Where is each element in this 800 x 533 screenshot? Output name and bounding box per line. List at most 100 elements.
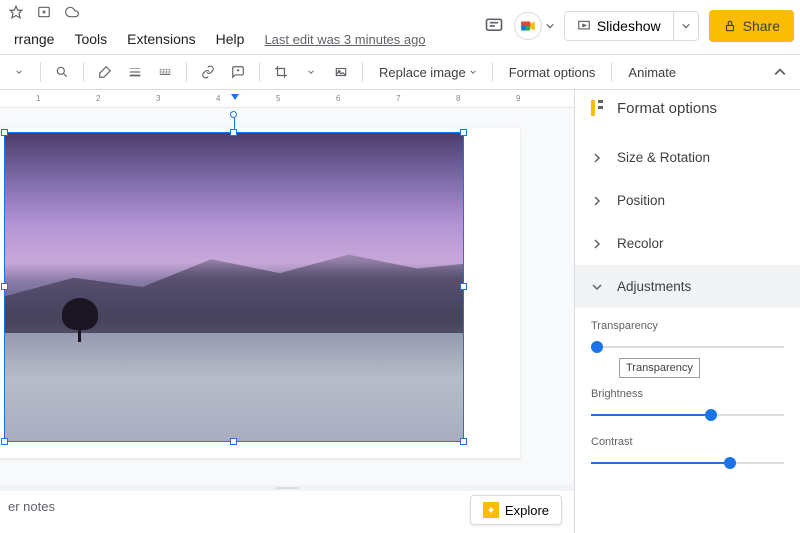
share-label: Share <box>743 18 780 34</box>
ruler-mark: 2 <box>96 94 100 103</box>
present-icon <box>577 19 591 33</box>
ruler-mark: 8 <box>456 94 460 103</box>
ruler-mark: 6 <box>336 94 340 103</box>
image-tree <box>60 292 100 342</box>
section-label: Recolor <box>617 236 664 251</box>
menu-tools[interactable]: Tools <box>66 27 115 51</box>
slide[interactable] <box>0 128 520 458</box>
chevron-right-icon <box>591 195 603 207</box>
chevron-down-icon <box>682 22 690 30</box>
ruler-mark: 4 <box>216 94 220 103</box>
slider-thumb[interactable] <box>705 409 717 421</box>
mask-dropdown-icon[interactable] <box>298 59 324 85</box>
meet-icon[interactable] <box>514 12 542 40</box>
border-color-icon[interactable] <box>92 59 118 85</box>
section-label: Adjustments <box>617 279 691 294</box>
border-dash-icon[interactable] <box>152 59 178 85</box>
format-options-panel: Format options Size & Rotation Position … <box>574 90 800 533</box>
slider-thumb[interactable] <box>591 341 603 353</box>
section-label: Size & Rotation <box>617 150 710 165</box>
comment-icon[interactable] <box>225 59 251 85</box>
explore-icon: ✦ <box>483 502 499 518</box>
link-icon[interactable] <box>195 59 221 85</box>
last-edit-link[interactable]: Last edit was 3 minutes ago <box>264 32 425 47</box>
header-right-controls: Slideshow Share <box>484 10 794 42</box>
reset-image-icon[interactable] <box>328 59 354 85</box>
ruler-mark: 5 <box>276 94 280 103</box>
chevron-right-icon <box>591 238 603 250</box>
lock-icon <box>723 19 737 33</box>
chevron-down-icon <box>591 281 603 293</box>
meet-dropdown-icon[interactable] <box>546 22 554 30</box>
menu-extensions[interactable]: Extensions <box>119 27 203 51</box>
adjustments-content: Transparency Transparency Brightness Con… <box>575 308 800 484</box>
panel-title: Format options <box>617 100 717 117</box>
crop-icon[interactable] <box>268 59 294 85</box>
slideshow-button[interactable]: Slideshow <box>564 11 674 41</box>
transparency-label: Transparency <box>591 320 784 332</box>
section-label: Position <box>617 193 665 208</box>
horizontal-ruler[interactable]: 1 2 3 4 5 6 7 8 9 <box>0 90 574 108</box>
resize-handle-tl[interactable] <box>1 129 8 136</box>
slider-thumb[interactable] <box>724 457 736 469</box>
ruler-mark: 9 <box>516 94 520 103</box>
resize-handle-bm[interactable] <box>230 438 237 445</box>
resize-handle-br[interactable] <box>460 438 467 445</box>
toolbar-separator <box>492 62 493 82</box>
brightness-label: Brightness <box>591 388 784 400</box>
section-position[interactable]: Position <box>575 179 800 222</box>
star-icon[interactable] <box>8 4 24 20</box>
toolbar: Replace image Format options Animate <box>0 54 800 90</box>
slider-fill <box>591 414 711 416</box>
animate-button[interactable]: Animate <box>620 61 684 84</box>
resize-handle-ml[interactable] <box>1 283 8 290</box>
collapse-toolbar-icon[interactable] <box>774 66 786 78</box>
resize-handle-tr[interactable] <box>460 129 467 136</box>
brightness-slider[interactable] <box>591 406 784 424</box>
slideshow-label: Slideshow <box>597 18 661 34</box>
selected-image[interactable] <box>4 132 464 442</box>
slider-tooltip: Transparency <box>619 358 700 378</box>
menu-arrange[interactable]: rrange <box>6 27 62 51</box>
border-weight-icon[interactable] <box>122 59 148 85</box>
chevron-right-icon <box>591 152 603 164</box>
zoom-icon[interactable] <box>49 59 75 85</box>
chevron-down-icon <box>470 69 476 75</box>
explore-button[interactable]: ✦ Explore <box>470 495 562 525</box>
slide-canvas[interactable] <box>0 108 574 485</box>
toolbar-separator <box>259 62 260 82</box>
cloud-icon[interactable] <box>64 4 80 20</box>
ruler-mark: 3 <box>156 94 160 103</box>
resize-handle-bl[interactable] <box>1 438 8 445</box>
format-options-button[interactable]: Format options <box>501 61 604 84</box>
toolbar-separator <box>186 62 187 82</box>
share-button[interactable]: Share <box>709 10 794 42</box>
new-slide-dropdown-icon[interactable] <box>6 59 32 85</box>
contrast-slider[interactable] <box>591 454 784 472</box>
resize-handle-mr[interactable] <box>460 283 467 290</box>
toolbar-separator <box>611 62 612 82</box>
slider-fill <box>591 462 730 464</box>
section-size-rotation[interactable]: Size & Rotation <box>575 136 800 179</box>
add-shortcut-icon[interactable] <box>36 4 52 20</box>
replace-image-button[interactable]: Replace image <box>371 61 484 84</box>
ruler-mark: 7 <box>396 94 400 103</box>
resize-handle-tm[interactable] <box>230 129 237 136</box>
ruler-indicator-icon <box>231 90 239 104</box>
format-options-icon <box>589 98 605 118</box>
canvas-area: 1 2 3 4 5 6 7 8 9 <box>0 90 574 533</box>
section-recolor[interactable]: Recolor <box>575 222 800 265</box>
panel-header: Format options <box>575 90 800 126</box>
section-adjustments[interactable]: Adjustments <box>575 265 800 308</box>
comment-icon[interactable] <box>484 16 504 36</box>
replace-image-label: Replace image <box>379 65 466 80</box>
toolbar-separator <box>40 62 41 82</box>
menu-help[interactable]: Help <box>208 27 253 51</box>
rotation-handle[interactable] <box>230 111 237 118</box>
contrast-label: Contrast <box>591 436 784 448</box>
explore-label: Explore <box>505 503 549 518</box>
slider-track <box>591 346 784 348</box>
slideshow-dropdown[interactable] <box>674 11 699 41</box>
transparency-slider[interactable]: Transparency <box>591 338 784 356</box>
toolbar-separator <box>362 62 363 82</box>
